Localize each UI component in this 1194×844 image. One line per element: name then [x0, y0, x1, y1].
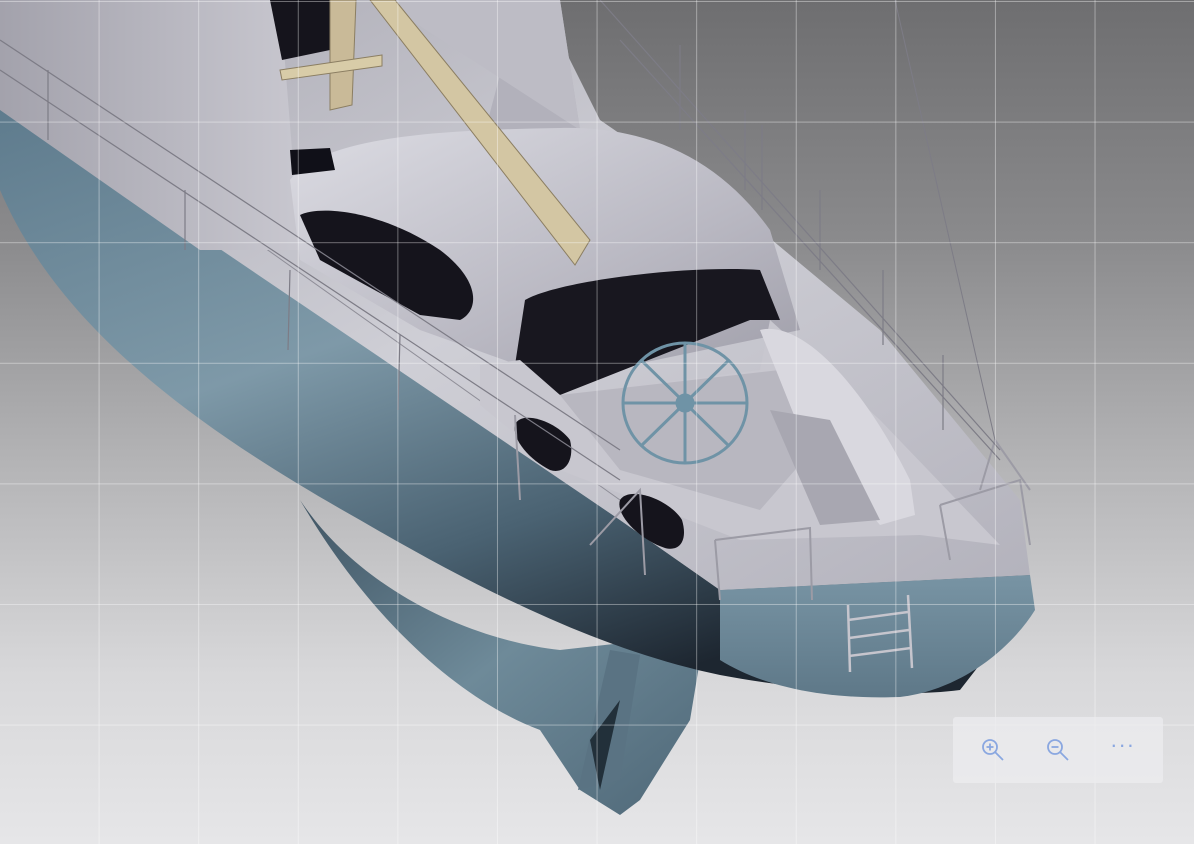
zoom-out-icon: [1045, 737, 1071, 763]
more-options-icon: ···: [1110, 732, 1136, 757]
steering-wheel: [621, 341, 749, 465]
zoom-in-button[interactable]: [971, 728, 1015, 772]
zoom-out-button[interactable]: [1036, 728, 1080, 772]
zoom-toolbar: ···: [953, 717, 1163, 783]
zoom-in-icon: [980, 737, 1006, 763]
more-options-button[interactable]: ···: [1101, 728, 1145, 772]
